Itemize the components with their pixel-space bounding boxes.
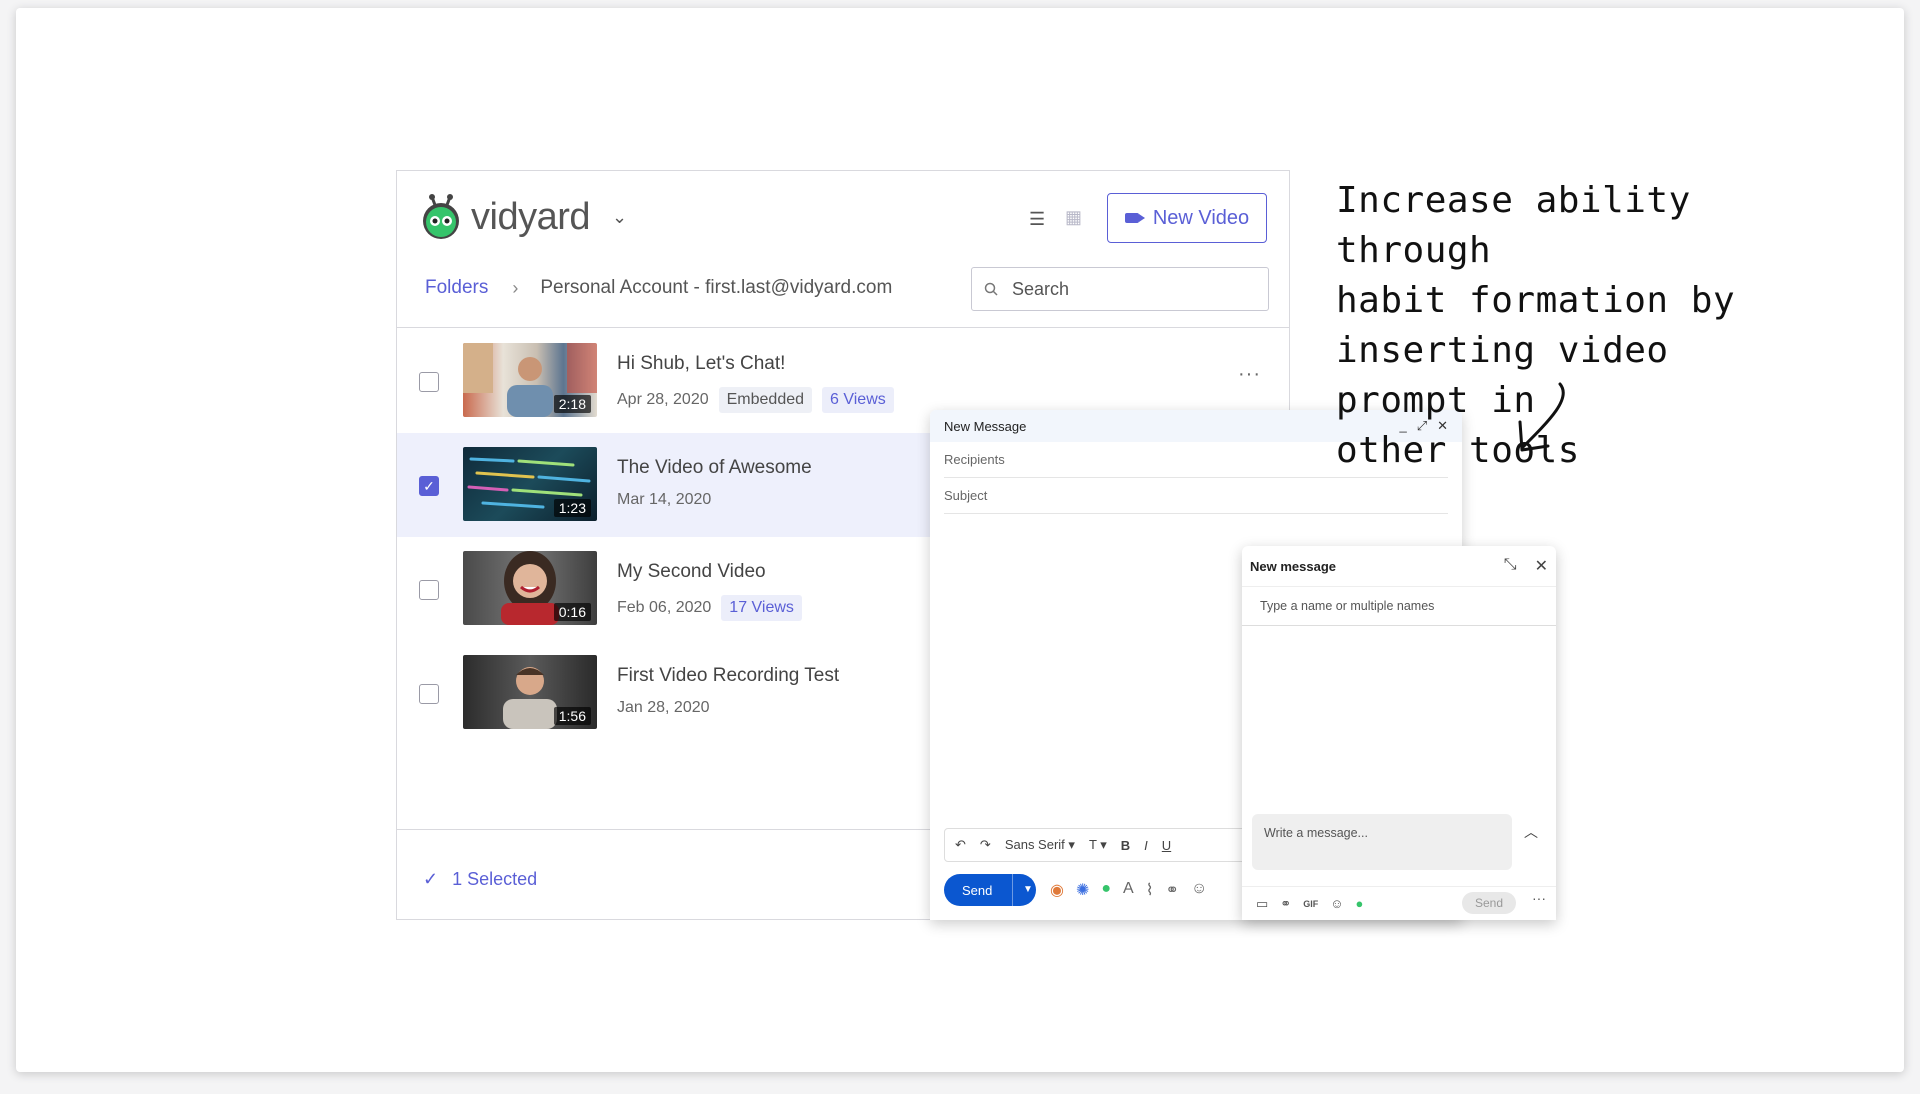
video-date: Jan 28, 2020 [617, 699, 710, 716]
selected-count[interactable]: ✓ 1 Selected [423, 869, 537, 890]
video-meta: Apr 28, 2020 Embedded 6 Views [617, 387, 894, 413]
to-field[interactable]: Type a name or multiple names [1242, 587, 1556, 626]
emoji-icon[interactable]: ☺ [1330, 896, 1343, 911]
send-label: Send [962, 882, 993, 898]
row-checkbox[interactable]: ✓ [419, 476, 439, 496]
new-video-button[interactable]: New Video [1107, 193, 1267, 243]
video-title[interactable]: The Video of Awesome [617, 457, 812, 479]
video-thumbnail[interactable]: 2:18 [463, 343, 597, 417]
breadcrumb-account: Personal Account - first.last@vidyard.co… [540, 277, 893, 298]
subject-field[interactable]: Subject [944, 478, 1448, 514]
duration-badge: 1:23 [553, 499, 591, 517]
video-date: Apr 28, 2020 [617, 391, 709, 408]
video-thumbnail[interactable]: 0:16 [463, 551, 597, 625]
duration-badge: 1:56 [553, 707, 591, 725]
record-icon[interactable]: ◉ [1050, 880, 1064, 900]
views-badge[interactable]: 17 Views [721, 595, 802, 621]
message-input[interactable]: Write a message... [1252, 814, 1512, 870]
video-thumbnail[interactable]: 1:56 [463, 655, 597, 729]
slide-card: vidyard ⌄ ☰ ▦ New Video Folders › Person… [16, 8, 1904, 1072]
selected-count-label: 1 Selected [452, 869, 538, 889]
message-title: New message [1250, 558, 1336, 574]
text-size-icon[interactable]: T ▾ [1089, 837, 1107, 853]
bold-icon[interactable]: B [1121, 838, 1130, 853]
breadcrumb-folders-link[interactable]: Folders [425, 277, 488, 299]
video-title[interactable]: First Video Recording Test [617, 665, 839, 687]
row-checkbox[interactable] [419, 372, 439, 392]
video-date: Feb 06, 2020 [617, 599, 712, 616]
row-checkbox[interactable] [419, 580, 439, 600]
attach-icon[interactable]: ⚭ [1280, 896, 1291, 912]
divider [397, 327, 1289, 328]
italic-icon[interactable]: I [1144, 838, 1148, 853]
compose-actions: ◉ ✺ ● A ⌇ ⚭ ☺ [1050, 880, 1207, 900]
views-badge[interactable]: 6 Views [822, 387, 894, 413]
more-options-icon[interactable]: ··· [1532, 890, 1546, 906]
video-meta: Feb 06, 2020 17 Views [617, 595, 802, 621]
duration-badge: 2:18 [553, 395, 591, 413]
image-icon[interactable]: ▭ [1256, 896, 1268, 912]
grid-view-icon[interactable]: ▦ [1065, 207, 1082, 228]
compose-title: New Message [944, 418, 1027, 434]
linkedin-message-window: New message ⤡ ✕ Type a name or multiple … [1242, 546, 1556, 920]
chevron-down-icon[interactable]: ⌄ [612, 207, 627, 228]
note-line: Increase ability through [1336, 180, 1691, 271]
video-meta: Jan 28, 2020 [617, 699, 710, 717]
send-button[interactable]: Send [1462, 892, 1516, 914]
check-icon: ✓ [423, 869, 439, 889]
redo-icon[interactable]: ↷ [980, 837, 991, 853]
new-video-label: New Video [1152, 206, 1250, 229]
vidyard-icon[interactable]: ● [1101, 880, 1111, 900]
duration-badge: 0:16 [553, 603, 591, 621]
video-date: Mar 14, 2020 [617, 491, 712, 508]
font-select[interactable]: Sans Serif ▾ [1005, 837, 1075, 853]
undo-icon[interactable]: ↶ [955, 837, 966, 853]
video-meta: Mar 14, 2020 [617, 491, 711, 509]
search-input[interactable] [1010, 277, 1244, 301]
chevron-up-icon[interactable]: ︿ [1524, 822, 1538, 842]
link-icon[interactable]: ⚭ [1166, 880, 1179, 900]
font-label: Sans Serif [1004, 837, 1065, 852]
search-box [971, 267, 1269, 311]
attach-icon[interactable]: ⌇ [1146, 880, 1154, 900]
close-icon[interactable]: ✕ [1535, 556, 1548, 576]
camera-icon [1124, 213, 1145, 223]
emoji-icon[interactable]: ☺ [1191, 880, 1207, 900]
underline-icon[interactable]: U [1162, 838, 1171, 853]
more-options-icon[interactable]: ··· [1238, 363, 1261, 386]
vidyard-icon[interactable]: ● [1355, 896, 1363, 911]
video-thumbnail[interactable]: 1:23 [463, 447, 597, 521]
chevron-right-icon: › [512, 277, 519, 298]
expand-icon[interactable]: ⤡ [1504, 556, 1517, 576]
vidyard-logo[interactable]: vidyard ⌄ [419, 193, 627, 241]
list-view-icon[interactable]: ☰ [1029, 209, 1045, 230]
logo-text: vidyard [471, 195, 591, 238]
arrow-icon [1518, 382, 1565, 452]
video-title[interactable]: My Second Video [617, 561, 766, 583]
video-title[interactable]: Hi Shub, Let's Chat! [617, 353, 785, 375]
row-checkbox[interactable] [419, 684, 439, 704]
search-icon [984, 282, 998, 296]
note-line: habit formation by [1336, 280, 1736, 321]
embedded-badge: Embedded [718, 387, 813, 413]
text-color-icon[interactable]: A [1123, 880, 1134, 900]
message-header: New message ⤡ ✕ [1242, 546, 1556, 587]
gif-icon[interactable]: GIF [1303, 899, 1318, 909]
sparkle-icon[interactable]: ✺ [1076, 880, 1089, 900]
breadcrumb: Folders › Personal Account - first.last@… [425, 277, 892, 299]
chevron-down-icon[interactable]: ▼ [1012, 874, 1033, 906]
send-button[interactable]: Send ▼ [944, 874, 1036, 906]
vidyard-robot-icon [423, 194, 459, 239]
